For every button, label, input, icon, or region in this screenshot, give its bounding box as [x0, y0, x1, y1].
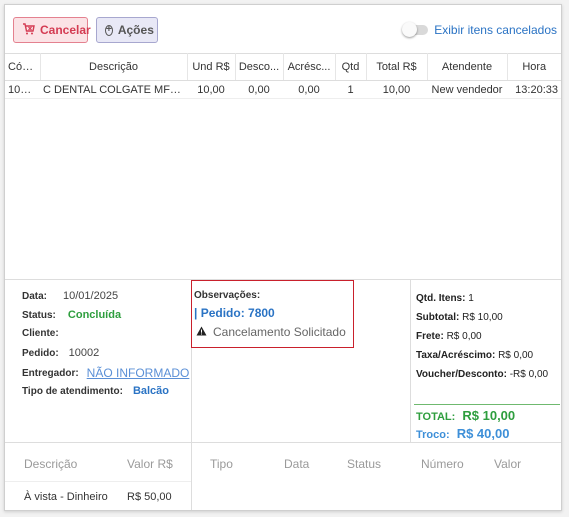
- service-type-row: Tipo de atendimento: Balcão: [22, 385, 169, 397]
- subtotal-label: Subtotal:: [416, 312, 460, 323]
- column-header[interactable]: Tipo: [210, 457, 233, 471]
- observations-title: Observações:: [194, 290, 261, 301]
- table-cell: 10,00: [366, 80, 427, 99]
- order-info: Data: 10/01/2025 Status: Concluída Clien…: [5, 280, 192, 443]
- column-header[interactable]: Acrésc...: [283, 53, 336, 81]
- fee-value: R$ 0,00: [498, 350, 534, 361]
- qty-items-value: 1: [468, 293, 474, 304]
- date-row: Data: 10/01/2025: [22, 290, 118, 302]
- show-cancelled-toggle[interactable]: Exibir itens cancelados: [402, 22, 557, 37]
- change-label: Troco:: [416, 429, 450, 441]
- client-label: Cliente:: [22, 328, 59, 339]
- order-number-label: Pedido:: [22, 347, 59, 359]
- actions-button[interactable]: + Ações: [96, 17, 158, 43]
- courier-link[interactable]: NÃO INFORMADO: [87, 366, 190, 380]
- cart-cancel-icon: [22, 22, 35, 38]
- subtotal-value: R$ 10,00: [462, 312, 503, 323]
- table-cell: C DENTAL COLGATE MFP TB 5: [40, 80, 187, 99]
- total-value: R$ 10,00: [462, 408, 516, 423]
- fee-row: Taxa/Acréscimo: R$ 0,00: [416, 350, 533, 361]
- status-row: Status: Concluída: [22, 309, 121, 321]
- table-cell: 1: [335, 80, 366, 99]
- observation-order-ref: | Pedido: 7800: [194, 306, 275, 320]
- order-number-row: Pedido: 10002: [22, 347, 99, 359]
- fee-label: Taxa/Acréscimo:: [416, 350, 496, 361]
- table-cell: New vendedor: [427, 80, 507, 99]
- table-cell: 0,00: [235, 80, 283, 99]
- column-header[interactable]: Qtd: [335, 53, 367, 81]
- plus-circle-icon: +: [105, 24, 113, 36]
- discount-row: Voucher/Desconto: -R$ 0,00: [416, 369, 548, 380]
- toggle-label[interactable]: Exibir itens cancelados: [434, 23, 557, 37]
- warning-icon: [196, 325, 207, 339]
- shipping-label: Frete:: [416, 331, 444, 342]
- table-cell: 0,00: [283, 80, 335, 99]
- service-type-value: Balcão: [132, 385, 170, 397]
- total-label: TOTAL:: [416, 411, 456, 423]
- column-header[interactable]: Cód...: [5, 53, 41, 81]
- date-label: Data:: [22, 290, 48, 302]
- toggle-knob: [402, 22, 418, 37]
- items-table: Cód... Descrição Und R$ Desco... Acrésc.…: [5, 53, 561, 99]
- courier-label: Entregador:: [22, 367, 79, 379]
- cancel-button-label: Cancelar: [40, 23, 91, 37]
- table-cell: 13:20:33: [507, 80, 561, 99]
- payment-description: À vista - Dinheiro: [24, 491, 108, 503]
- column-header[interactable]: Valor: [494, 457, 521, 471]
- change-row: Troco: R$ 40,00: [416, 426, 509, 441]
- shipping-row: Frete: R$ 0,00: [416, 331, 482, 342]
- cancel-request-note: Cancelamento Solicitado: [196, 325, 346, 339]
- toolbar: Cancelar + Ações Exibir itens cancelados: [5, 5, 561, 53]
- order-number-value: 10002: [68, 347, 100, 359]
- column-header[interactable]: Número: [421, 457, 464, 471]
- column-header[interactable]: Hora: [507, 53, 561, 81]
- cancel-request-text: Cancelamento Solicitado: [213, 325, 346, 339]
- qty-items-row: Qtd. Itens: 1: [416, 293, 474, 304]
- observations-box: Observações: | Pedido: 7800 Cancelamento…: [191, 280, 354, 348]
- table-header-row: Cód... Descrição Und R$ Desco... Acrésc.…: [5, 53, 561, 81]
- column-header[interactable]: Descrição: [24, 457, 77, 471]
- totals-divider: [414, 404, 560, 405]
- actions-button-label: Ações: [117, 23, 154, 37]
- status-value: Concluída: [67, 309, 122, 321]
- client-row: Cliente:: [22, 328, 59, 339]
- payment-value: R$ 50,00: [127, 491, 172, 503]
- service-type-label: Tipo de atendimento:: [22, 385, 123, 397]
- column-header[interactable]: Desco...: [235, 53, 284, 81]
- totals-panel: Qtd. Itens: 1 Subtotal: R$ 10,00 Frete: …: [410, 280, 561, 443]
- courier-row: Entregador: NÃO INFORMADO: [22, 366, 189, 380]
- column-header[interactable]: Valor R$: [127, 457, 173, 471]
- total-row: TOTAL: R$ 10,00: [416, 408, 515, 423]
- toggle-switch[interactable]: [402, 22, 429, 37]
- discount-value: -R$ 0,00: [509, 369, 549, 380]
- status-label: Status:: [22, 309, 56, 321]
- column-header[interactable]: Total R$: [366, 53, 428, 81]
- shipping-value: R$ 0,00: [446, 331, 482, 342]
- column-header[interactable]: Descrição: [40, 53, 188, 81]
- order-summary-section: Data: 10/01/2025 Status: Concluída Clien…: [5, 279, 561, 443]
- table-row[interactable]: 10182 C DENTAL COLGATE MFP TB 5 10,00 0,…: [5, 80, 561, 99]
- column-header[interactable]: Atendente: [427, 53, 508, 81]
- qty-items-label: Qtd. Itens:: [416, 293, 466, 304]
- row-divider: [5, 481, 191, 482]
- table-cell: 10182: [5, 80, 40, 99]
- table-cell: 10,00: [187, 80, 235, 99]
- column-header[interactable]: Status: [347, 457, 381, 471]
- date-value: 10/01/2025: [63, 290, 119, 302]
- payments-table: Descrição Valor R$ À vista - Dinheiro R$…: [5, 443, 192, 510]
- change-value: R$ 40,00: [456, 426, 510, 441]
- payments-section: Descrição Valor R$ À vista - Dinheiro R$…: [5, 442, 561, 510]
- column-header[interactable]: Data: [284, 457, 309, 471]
- subtotal-row: Subtotal: R$ 10,00: [416, 312, 503, 323]
- column-header[interactable]: Und R$: [187, 53, 236, 81]
- order-detail-panel: Cancelar + Ações Exibir itens cancelados…: [4, 4, 562, 511]
- discount-label: Voucher/Desconto:: [416, 369, 507, 380]
- cancel-button[interactable]: Cancelar: [13, 17, 91, 43]
